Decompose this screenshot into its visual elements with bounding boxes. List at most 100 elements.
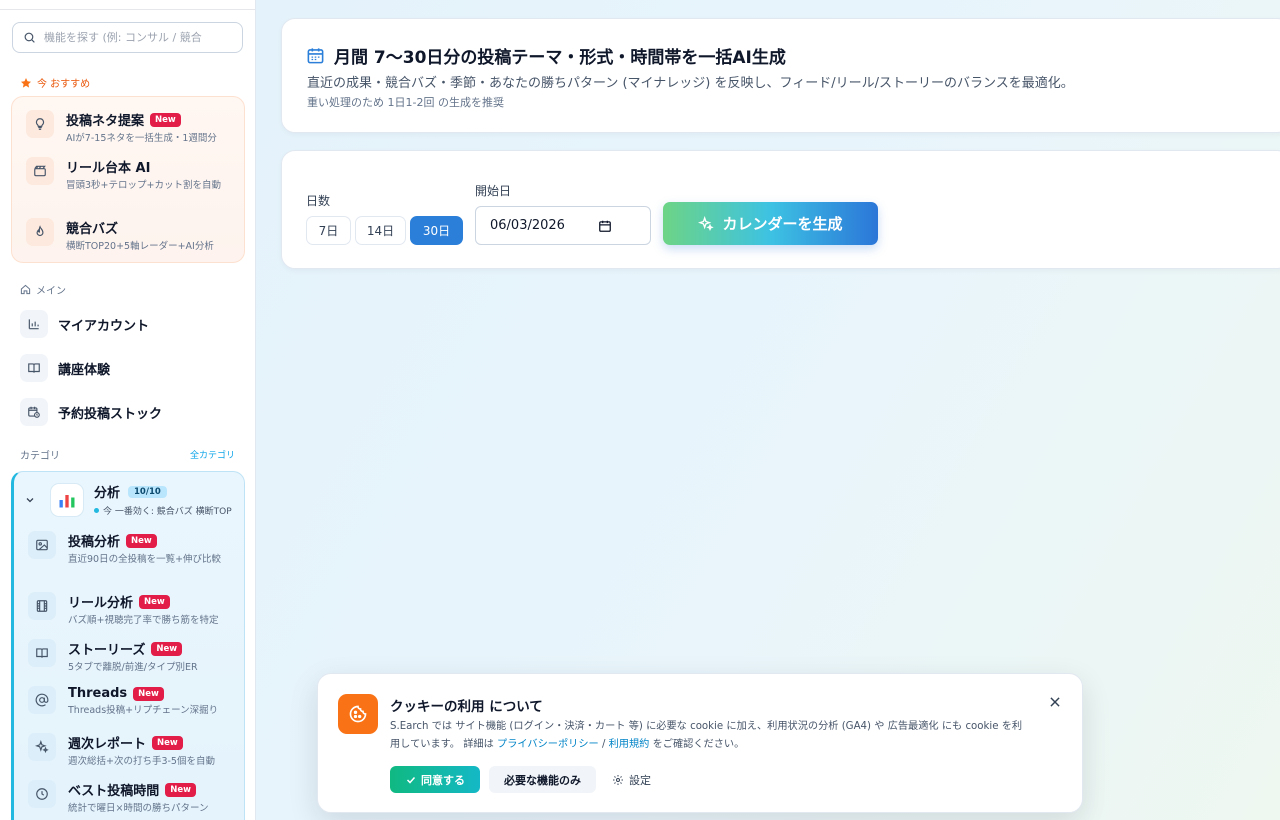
- necessary-only-button[interactable]: 必要な機能のみ: [489, 766, 596, 793]
- item-label: 講座体験: [58, 362, 111, 378]
- sidebar-item-reel-script[interactable]: リール台本 AI 冒頭3秒+テロップ+カット割を自動: [26, 157, 252, 193]
- analytics-chart-icon: [50, 482, 84, 517]
- day-option-14[interactable]: 14日: [355, 216, 406, 245]
- calendar-header-card: 月間 7〜30日分の投稿テーマ・形式・時間帯を一括AI生成 直近の成果・競合バズ…: [281, 18, 1280, 133]
- category-sub: 今 一番効く: 競合バズ 横断TOP: [103, 507, 232, 517]
- film-icon: [28, 592, 56, 620]
- item-title: リール分析: [68, 596, 134, 611]
- sidebar-item-reel-analysis[interactable]: リール分析 New バズ順+視聴完了率で勝ち筋を特定: [28, 592, 254, 628]
- status-dot: [94, 508, 99, 513]
- main-section-label: メイン: [36, 286, 66, 297]
- start-date-label: 開始日: [475, 184, 512, 198]
- new-badge: New: [126, 533, 157, 548]
- star-icon: [21, 77, 31, 88]
- item-title: 投稿分析: [68, 535, 121, 550]
- day-option-30[interactable]: 30日: [410, 216, 463, 245]
- page-subtitle: 直近の成果・競合バズ・季節・あなたの勝ちパターン (マイナレッジ) を反映し、フ…: [307, 76, 1074, 91]
- item-desc: 冒頭3秒+テロップ+カット割を自動: [66, 180, 221, 191]
- recommended-panel: 投稿ネタ提案 New AIが7-15ネタを一括生成・1週間分 リール台本 AI 冒…: [11, 96, 245, 263]
- lightbulb-icon: [26, 110, 54, 138]
- search-input[interactable]: [44, 31, 234, 44]
- chevron-down-icon: [26, 497, 34, 502]
- calendar-icon: [307, 48, 324, 64]
- item-label: マイアカウント: [58, 318, 150, 334]
- search-icon: [24, 32, 35, 43]
- sidebar-item-my-account[interactable]: マイアカウント: [20, 310, 149, 338]
- sparkles-icon: [28, 733, 56, 761]
- cookie-text-after: をご確認ください。: [649, 739, 745, 750]
- cookie-settings-button[interactable]: 設定: [612, 766, 651, 793]
- recommended-heading-label: 今 おすすめ: [37, 79, 91, 90]
- sidebar-item-course[interactable]: 講座体験: [20, 354, 110, 382]
- book-icon: [20, 354, 48, 382]
- recommended-heading: 今 おすすめ: [20, 75, 90, 90]
- generate-calendar-label: カレンダーを生成: [722, 215, 843, 233]
- item-desc: AIが7-15ネタを一括生成・1週間分: [66, 133, 217, 144]
- sidebar-item-post-analysis[interactable]: 投稿分析 New 直近90日の全投稿を一覧+伸び比較: [28, 531, 254, 567]
- category-heading: カテゴリ: [20, 451, 60, 462]
- cookie-consent-banner: クッキーの利用 について S.Earch では サイト機能 (ログイン・決済・カ…: [317, 673, 1083, 813]
- category-analysis-header[interactable]: 分析 10/10 今 一番効く: 競合バズ 横断TOP: [24, 482, 232, 517]
- image-icon: [28, 531, 56, 559]
- new-badge: New: [152, 735, 183, 750]
- sidebar-item-post-ideas[interactable]: 投稿ネタ提案 New AIが7-15ネタを一括生成・1週間分: [26, 110, 252, 146]
- item-desc: 週次総括+次の打ち手3-5個を自動: [68, 756, 215, 767]
- page-title: 月間 7〜30日分の投稿テーマ・形式・時間帯を一括AI生成: [334, 48, 786, 68]
- item-title: 投稿ネタ提案: [66, 114, 145, 129]
- item-desc: 5タブで離脱/前進/タイプ別ER: [68, 662, 198, 673]
- bar-chart-icon: [20, 310, 48, 338]
- calendar-clock-icon: [20, 398, 48, 426]
- item-title: リール台本 AI: [66, 161, 151, 176]
- close-icon[interactable]: [1048, 694, 1062, 713]
- item-desc: 統計で曜日×時間の勝ちパターン: [68, 803, 209, 814]
- generator-form-card: 日数 7日 14日 30日 開始日 06/03/2026 カレンダーを生成: [281, 150, 1280, 269]
- sidebar-item-best-post-time[interactable]: ベスト投稿時間 New 統計で曜日×時間の勝ちパターン: [28, 780, 254, 816]
- item-title: ベスト投稿時間: [68, 784, 160, 799]
- new-badge: New: [151, 641, 183, 656]
- sidebar-top-divider: [0, 9, 255, 10]
- sidebar-item-scheduled-posts[interactable]: 予約投稿ストック: [20, 398, 162, 426]
- count-badge: 10/10: [128, 485, 167, 498]
- item-desc: Threads投稿+リプチェーン深掘り: [68, 705, 219, 716]
- privacy-policy-link[interactable]: プライバシーポリシー: [497, 739, 599, 750]
- new-badge: New: [150, 112, 181, 127]
- check-icon: [406, 776, 416, 784]
- item-desc: 横断TOP20+5軸レーダー+AI分析: [66, 241, 214, 252]
- sidebar: 今 おすすめ 投稿ネタ提案 New AIが7-15ネタを一括生成・1週間分 リール…: [0, 0, 256, 820]
- cookie-text: S.Earch では サイト機能 (ログイン・決済・カート 等) に必要な co…: [390, 718, 1030, 754]
- feature-search[interactable]: [12, 22, 243, 53]
- generate-calendar-button[interactable]: カレンダーを生成: [663, 202, 878, 245]
- flame-icon: [26, 218, 54, 246]
- category-title: 分析: [94, 486, 121, 501]
- calendar-picker-icon[interactable]: [598, 219, 612, 233]
- accept-cookies-button[interactable]: 同意する: [390, 766, 480, 793]
- at-sign-icon: [28, 686, 56, 714]
- sidebar-item-weekly-report[interactable]: 週次レポート New 週次総括+次の打ち手3-5個を自動: [28, 733, 254, 769]
- usage-note: 重い処理のため 1日1-2回 の生成を推奨: [307, 96, 504, 109]
- sidebar-item-threads[interactable]: Threads New Threads投稿+リプチェーン深掘り: [28, 686, 254, 718]
- sidebar-item-stories[interactable]: ストーリーズ New 5タブで離脱/前進/タイプ別ER: [28, 639, 254, 675]
- home-icon: [20, 284, 31, 295]
- item-desc: バズ順+視聴完了率で勝ち筋を特定: [68, 615, 219, 626]
- start-date-value: 06/03/2026: [490, 218, 565, 233]
- terms-link[interactable]: 利用規約: [609, 739, 650, 750]
- settings-label: 設定: [629, 773, 651, 787]
- accept-label: 同意する: [421, 773, 465, 787]
- day-option-7[interactable]: 7日: [306, 216, 351, 245]
- cookie-icon: [338, 694, 378, 734]
- clapperboard-icon: [26, 157, 54, 185]
- sparkles-icon: [698, 215, 715, 231]
- item-title: 競合バズ: [66, 222, 119, 237]
- item-title: ストーリーズ: [68, 643, 146, 658]
- gear-icon: [613, 774, 623, 785]
- item-desc: 直近90日の全投稿を一覧+伸び比較: [68, 554, 222, 565]
- all-categories-link[interactable]: 全カテゴリ: [190, 448, 235, 461]
- item-label: 予約投稿ストック: [58, 406, 163, 422]
- link-separator: /: [598, 739, 609, 750]
- cookie-title: クッキーの利用 について: [390, 699, 543, 715]
- category-analysis-panel: 分析 10/10 今 一番効く: 競合バズ 横断TOP 投稿分析 New 直近90日…: [11, 471, 245, 820]
- sidebar-item-competitor-buzz[interactable]: 競合バズ 横断TOP20+5軸レーダー+AI分析: [26, 218, 252, 254]
- start-date-input[interactable]: 06/03/2026: [475, 206, 651, 245]
- main-section-heading: メイン: [20, 282, 66, 297]
- item-title: Threads: [68, 686, 128, 701]
